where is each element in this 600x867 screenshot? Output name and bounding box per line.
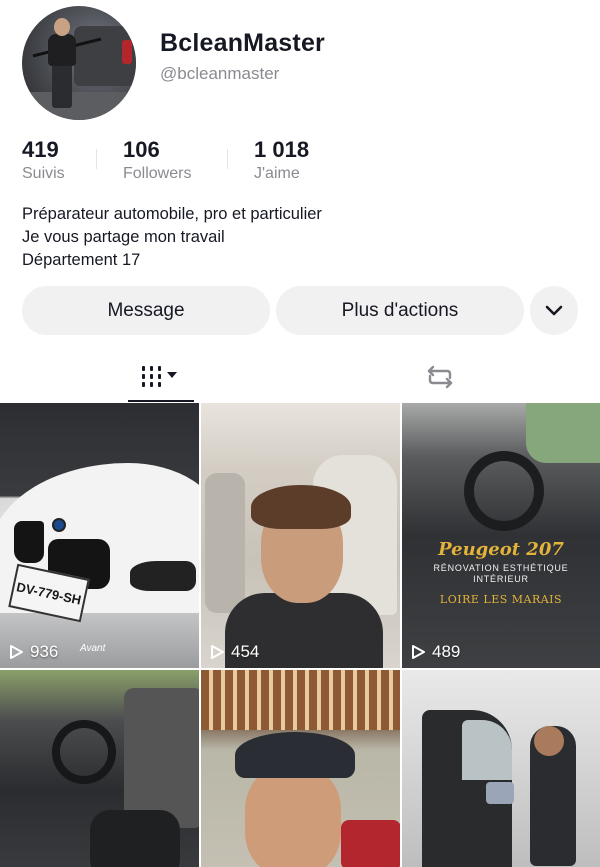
video-thumbnail[interactable] (201, 670, 400, 867)
car-headlight (130, 561, 196, 591)
tab-videos[interactable] (128, 352, 194, 402)
message-button[interactable]: Message (22, 286, 270, 335)
avatar-car-light (122, 40, 132, 64)
profile-avatar[interactable] (22, 6, 136, 120)
steering-wheel (52, 720, 116, 784)
video-thumbnail[interactable]: 454 (201, 403, 400, 668)
pergola-slats (201, 670, 400, 730)
person-hair (251, 485, 351, 529)
video-thumbnail[interactable] (0, 670, 199, 867)
steering-wheel (464, 451, 544, 531)
stat-likes[interactable]: 1 018 J'aime (254, 138, 309, 186)
tab-reposts[interactable] (400, 352, 480, 402)
video-title-overlay: Peugeot 207 (438, 539, 564, 560)
stat-likes-label: J'aime (254, 165, 300, 182)
repost-icon (427, 365, 453, 389)
view-count-value: 936 (30, 642, 59, 661)
video-thumbnail[interactable] (402, 670, 600, 867)
stat-following-count: 419 (22, 137, 59, 162)
view-count-value: 489 (432, 642, 461, 661)
tab-active-indicator (128, 400, 194, 402)
car-logo (52, 518, 66, 532)
suggested-accounts-button[interactable] (530, 286, 578, 335)
stat-followers-count: 106 (123, 137, 160, 162)
stat-likes-count: 1 018 (254, 137, 310, 162)
display-name: BcleanMaster (160, 29, 325, 57)
play-icon (10, 645, 23, 659)
bio-line: Je vous partage mon travail (22, 228, 225, 246)
play-icon (412, 645, 425, 659)
video-thumbnail[interactable]: Peugeot 207 RÉNOVATION ESTHÉTIQUE INTÉRI… (402, 403, 600, 668)
car-grille (14, 521, 44, 563)
video-location-overlay: LOIRE LES MARAIS (439, 593, 563, 606)
bio-line: Préparateur automobile, pro et particuli… (22, 205, 322, 223)
view-count: 489 (410, 642, 460, 662)
avatar-person-head (54, 18, 70, 36)
car-window (526, 403, 600, 463)
avatar-ground (22, 92, 136, 120)
video-caption: Avant (80, 643, 106, 654)
avatar-person-body (48, 34, 76, 66)
view-count-value: 454 (231, 642, 260, 661)
red-car (341, 820, 400, 867)
play-icon (211, 645, 224, 659)
car-seat (90, 810, 180, 867)
person-head (534, 726, 564, 756)
profile-bio: Préparateur automobile, pro et particuli… (22, 203, 322, 272)
view-count: 936 (8, 642, 58, 662)
stat-divider (227, 149, 228, 169)
avatar-person-legs (52, 64, 72, 108)
car-seat (205, 473, 245, 613)
person-cap (235, 732, 355, 778)
video-thumbnail[interactable]: DV-779-SH Avant 936 (0, 403, 199, 668)
stat-following[interactable]: 419 Suivis (22, 138, 96, 186)
profile-stats: 419 Suivis 106 Followers 1 018 J'aime (22, 138, 309, 186)
video-subtitle-line: INTÉRIEUR (473, 574, 529, 584)
view-count: 454 (209, 642, 259, 662)
username-handle: @bcleanmaster (160, 64, 280, 83)
cleaning-cloth (486, 782, 514, 804)
stat-followers-label: Followers (123, 165, 192, 182)
bio-line: Département 17 (22, 251, 141, 269)
more-actions-button[interactable]: Plus d'actions (276, 286, 524, 335)
stat-followers[interactable]: 106 Followers (123, 138, 227, 186)
video-subtitle-line: RÉNOVATION ESTHÉTIQUE (433, 563, 569, 573)
stat-following-label: Suivis (22, 165, 65, 182)
person-face (245, 766, 341, 867)
chevron-down-icon (545, 305, 563, 315)
profile-tabs (0, 352, 600, 402)
video-subtitle-overlay: RÉNOVATION ESTHÉTIQUE INTÉRIEUR (402, 563, 600, 585)
stat-divider (96, 149, 97, 169)
grid-icon (142, 366, 177, 387)
car-door (124, 688, 199, 828)
